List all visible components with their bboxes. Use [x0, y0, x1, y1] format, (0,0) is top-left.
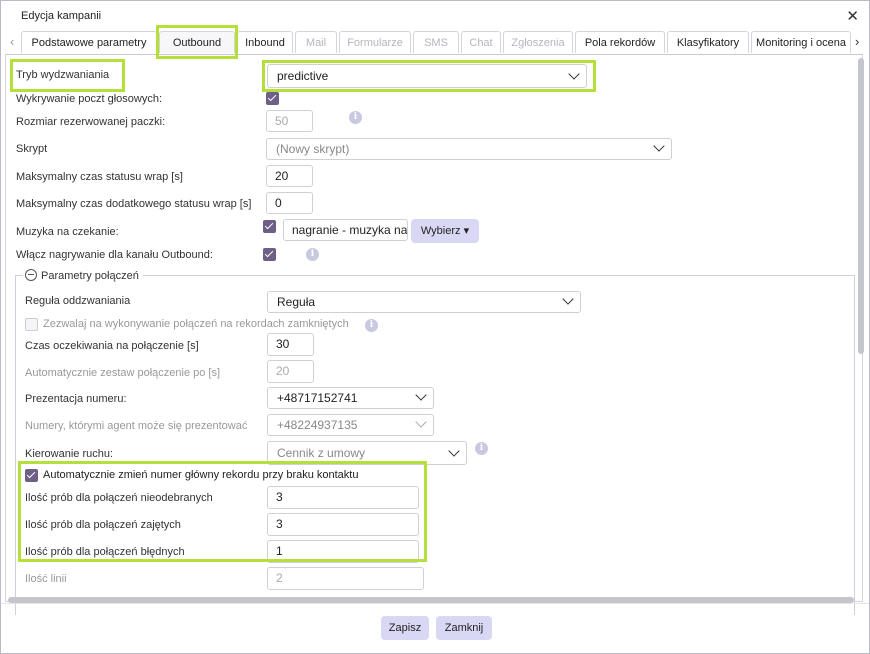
chevron-left-icon[interactable]: ‹ [10, 34, 14, 49]
info-icon[interactable]: i [475, 442, 488, 455]
close-button[interactable]: Zamknij [436, 616, 492, 640]
failed-attempts-input[interactable]: 1 [267, 540, 419, 563]
hold-music-input[interactable]: nagranie - muzyka na czekanie [283, 219, 408, 241]
info-icon[interactable]: i [306, 248, 319, 261]
number-presentation-select[interactable]: +48717152741 [267, 387, 434, 409]
lines-count-label: Ilość linii [25, 573, 67, 585]
vertical-scrollbar[interactable] [857, 56, 865, 601]
voicemail-detection-checkbox[interactable] [266, 92, 279, 105]
recording-checkbox[interactable] [263, 248, 276, 261]
info-icon[interactable]: i [365, 319, 378, 332]
chevron-right-icon[interactable]: › [855, 34, 859, 49]
tab-sms[interactable]: SMS [413, 31, 459, 53]
wait-time-label: Czas oczekiwania na połączenie [s] [25, 340, 199, 352]
batch-size-label: Rozmiar rezerwowanej paczki: [16, 116, 166, 128]
tab-chat[interactable]: Chat [461, 31, 501, 53]
voicemail-detection-label: Wykrywanie poczt głosowych: [16, 93, 163, 105]
busy-attempts-input[interactable]: 3 [267, 513, 419, 536]
noanswer-attempts-input[interactable]: 3 [267, 486, 419, 509]
tab-monitoring-i-ocena[interactable]: Monitoring i ocena [751, 31, 851, 53]
tab-bar: ‹ Podstawowe parametry Outbound Inbound … [1, 31, 869, 55]
tab-podstawowe-parametry[interactable]: Podstawowe parametry [21, 31, 157, 53]
agent-numbers-select[interactable]: +48224937135 [267, 414, 434, 436]
vertical-scrollbar-thumb[interactable] [858, 58, 864, 354]
chevron-down-icon [653, 140, 665, 152]
hold-music-label: Muzyka na czekanie: [16, 226, 119, 238]
wrap-time-label: Maksymalny czas statusu wrap [s] [16, 171, 183, 183]
info-icon[interactable]: i [349, 111, 362, 124]
choose-button[interactable]: Wybierz ▾ [411, 219, 479, 243]
dialing-mode-select[interactable]: predictive [267, 64, 587, 88]
batch-size-input[interactable]: 50 [266, 110, 313, 132]
agent-numbers-value: +48224937135 [277, 418, 358, 432]
tab-pola-rekordow[interactable]: Pola rekordów [575, 31, 665, 53]
tab-mail[interactable]: Mail [295, 31, 337, 53]
tab-inbound[interactable]: Inbound [237, 31, 293, 53]
auto-change-number-checkbox[interactable] [25, 469, 38, 482]
tab-klasyfikatory[interactable]: Klasyfikatory [667, 31, 749, 53]
tab-formularze[interactable]: Formularze [339, 31, 411, 53]
chevron-down-icon [568, 68, 580, 80]
routing-value: Cennik z umowy [277, 446, 366, 460]
close-icon[interactable]: ✕ [846, 7, 859, 25]
chevron-down-icon [562, 293, 574, 305]
routing-select[interactable]: Cennik z umowy [267, 441, 467, 465]
tab-zgloszenia[interactable]: Zgłoszenia [503, 31, 573, 53]
routing-label: Kierowanie ruchu: [25, 448, 114, 460]
auto-connect-label: Automatycznie zestaw połączenie po [s] [25, 367, 221, 379]
save-button[interactable]: Zapisz [381, 616, 429, 640]
chevron-down-icon [415, 416, 427, 428]
busy-attempts-label: Ilość prób dla połączeń zajętych [25, 519, 181, 531]
closed-records-checkbox[interactable] [25, 318, 38, 331]
campaign-edit-dialog: Edycja kampanii ✕ ‹ Podstawowe parametry… [0, 0, 870, 654]
chevron-down-icon [415, 389, 427, 401]
extra-wrap-time-input[interactable]: 0 [266, 192, 313, 214]
noanswer-attempts-label: Ilość prób dla połączeń nieodebranych [25, 492, 213, 504]
closed-records-label: Zezwalaj na wykonywanie połączeń na reko… [43, 318, 349, 330]
callback-rule-label: Reguła oddzwaniania [25, 295, 131, 307]
connection-params-legend[interactable]: Parametry połączeń [23, 267, 143, 282]
failed-attempts-label: Ilość prób dla połączeń błędnych [25, 546, 185, 558]
caret-down-icon: ▾ [463, 225, 470, 237]
wait-time-input[interactable]: 30 [267, 333, 314, 356]
number-presentation-value: +48717152741 [277, 391, 358, 405]
number-presentation-label: Prezentacja numeru: [25, 393, 127, 405]
wrap-time-input[interactable]: 20 [266, 165, 313, 187]
footer-divider [1, 603, 869, 604]
script-value: (Nowy skrypt) [276, 142, 350, 156]
dialing-mode-label: Tryb wydzwaniania [16, 69, 110, 81]
script-label: Skrypt [16, 143, 48, 155]
recording-label: Włącz nagrywanie dla kanału Outbound: [16, 249, 213, 261]
choose-button-label: Wybierz [420, 225, 461, 237]
hold-music-checkbox[interactable] [263, 220, 276, 233]
minus-circle-icon[interactable] [25, 269, 37, 281]
callback-rule-value: Reguła [277, 295, 316, 309]
auto-connect-input[interactable]: 20 [267, 360, 314, 383]
chevron-down-icon [448, 445, 460, 457]
dialing-mode-value: predictive [277, 69, 329, 83]
agent-numbers-label: Numery, którymi agent może się prezentow… [25, 420, 248, 432]
dialog-title: Edycja kampanii [21, 10, 102, 22]
extra-wrap-time-label: Maksymalny czas dodatkowego statusu wrap… [16, 198, 252, 210]
callback-rule-select[interactable]: Reguła [267, 291, 581, 313]
connection-params-legend-text: Parametry połączeń [41, 270, 139, 282]
script-select[interactable]: (Nowy skrypt) [266, 138, 672, 160]
tab-outbound[interactable]: Outbound [159, 31, 235, 53]
auto-change-number-label: Automatycznie zmień numer główny rekordu… [43, 469, 359, 481]
dialog-titlebar: Edycja kampanii ✕ [1, 1, 869, 31]
lines-count-input[interactable]: 2 [267, 567, 424, 590]
